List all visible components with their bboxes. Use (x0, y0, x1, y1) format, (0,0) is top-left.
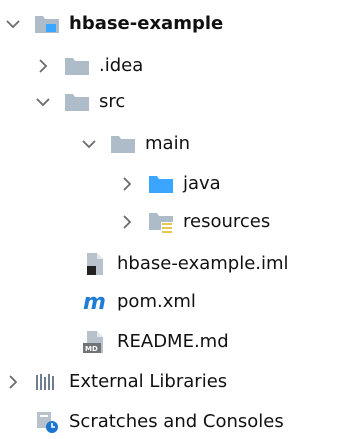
tree-node-label: hbase-example (69, 13, 224, 34)
chevron-right-icon[interactable] (34, 48, 52, 84)
libraries-icon (34, 371, 62, 393)
tree-node-label: README.md (117, 331, 229, 352)
svg-text:MD: MD (85, 345, 98, 353)
tree-node-label: main (145, 133, 190, 154)
chevron-right-icon[interactable] (4, 364, 22, 400)
folder-icon (64, 55, 92, 77)
tree-node-idea[interactable]: .idea (34, 48, 143, 84)
tree-node-label: pom.xml (117, 291, 196, 312)
scratches-icon (34, 411, 62, 433)
folder-icon (110, 133, 138, 155)
tree-node-label: resources (183, 211, 271, 232)
source-folder-icon (148, 173, 176, 195)
tree-node-label: src (99, 91, 126, 112)
tree-node-label: .idea (99, 55, 144, 76)
maven-icon: m (82, 291, 110, 313)
chevron-down-icon[interactable] (4, 6, 22, 42)
chevron-right-icon[interactable] (118, 204, 136, 240)
tree-node-iml[interactable]: hbase-example.iml (52, 246, 289, 282)
folder-icon (64, 91, 92, 113)
tree-node-root[interactable]: hbase-example (4, 6, 223, 42)
tree-node-label: Scratches and Consoles (69, 411, 284, 432)
tree-node-label: java (183, 173, 221, 194)
tree-node-label: hbase-example.iml (117, 253, 289, 274)
iml-file-icon (82, 253, 110, 275)
tree-node-src[interactable]: src (34, 84, 125, 120)
chevron-down-icon[interactable] (34, 84, 52, 120)
chevron-right-icon[interactable] (118, 166, 136, 202)
tree-node-java[interactable]: java (118, 166, 221, 202)
tree-node-resources[interactable]: resources (118, 204, 270, 240)
tree-node-main[interactable]: main (80, 126, 190, 162)
tree-node-readme[interactable]: MD README.md (52, 324, 229, 360)
module-folder-icon (34, 13, 62, 35)
project-tree: hbase-example .idea src main java resour… (0, 0, 361, 439)
chevron-down-icon[interactable] (80, 126, 98, 162)
svg-text:m: m (83, 291, 106, 313)
tree-node-pom[interactable]: m pom.xml (52, 284, 196, 320)
tree-node-scratches[interactable]: Scratches and Consoles (4, 404, 284, 439)
tree-node-label: External Libraries (69, 371, 228, 392)
tree-node-external-libraries[interactable]: External Libraries (4, 364, 227, 400)
resources-folder-icon (148, 211, 176, 233)
markdown-file-icon: MD (82, 331, 110, 353)
